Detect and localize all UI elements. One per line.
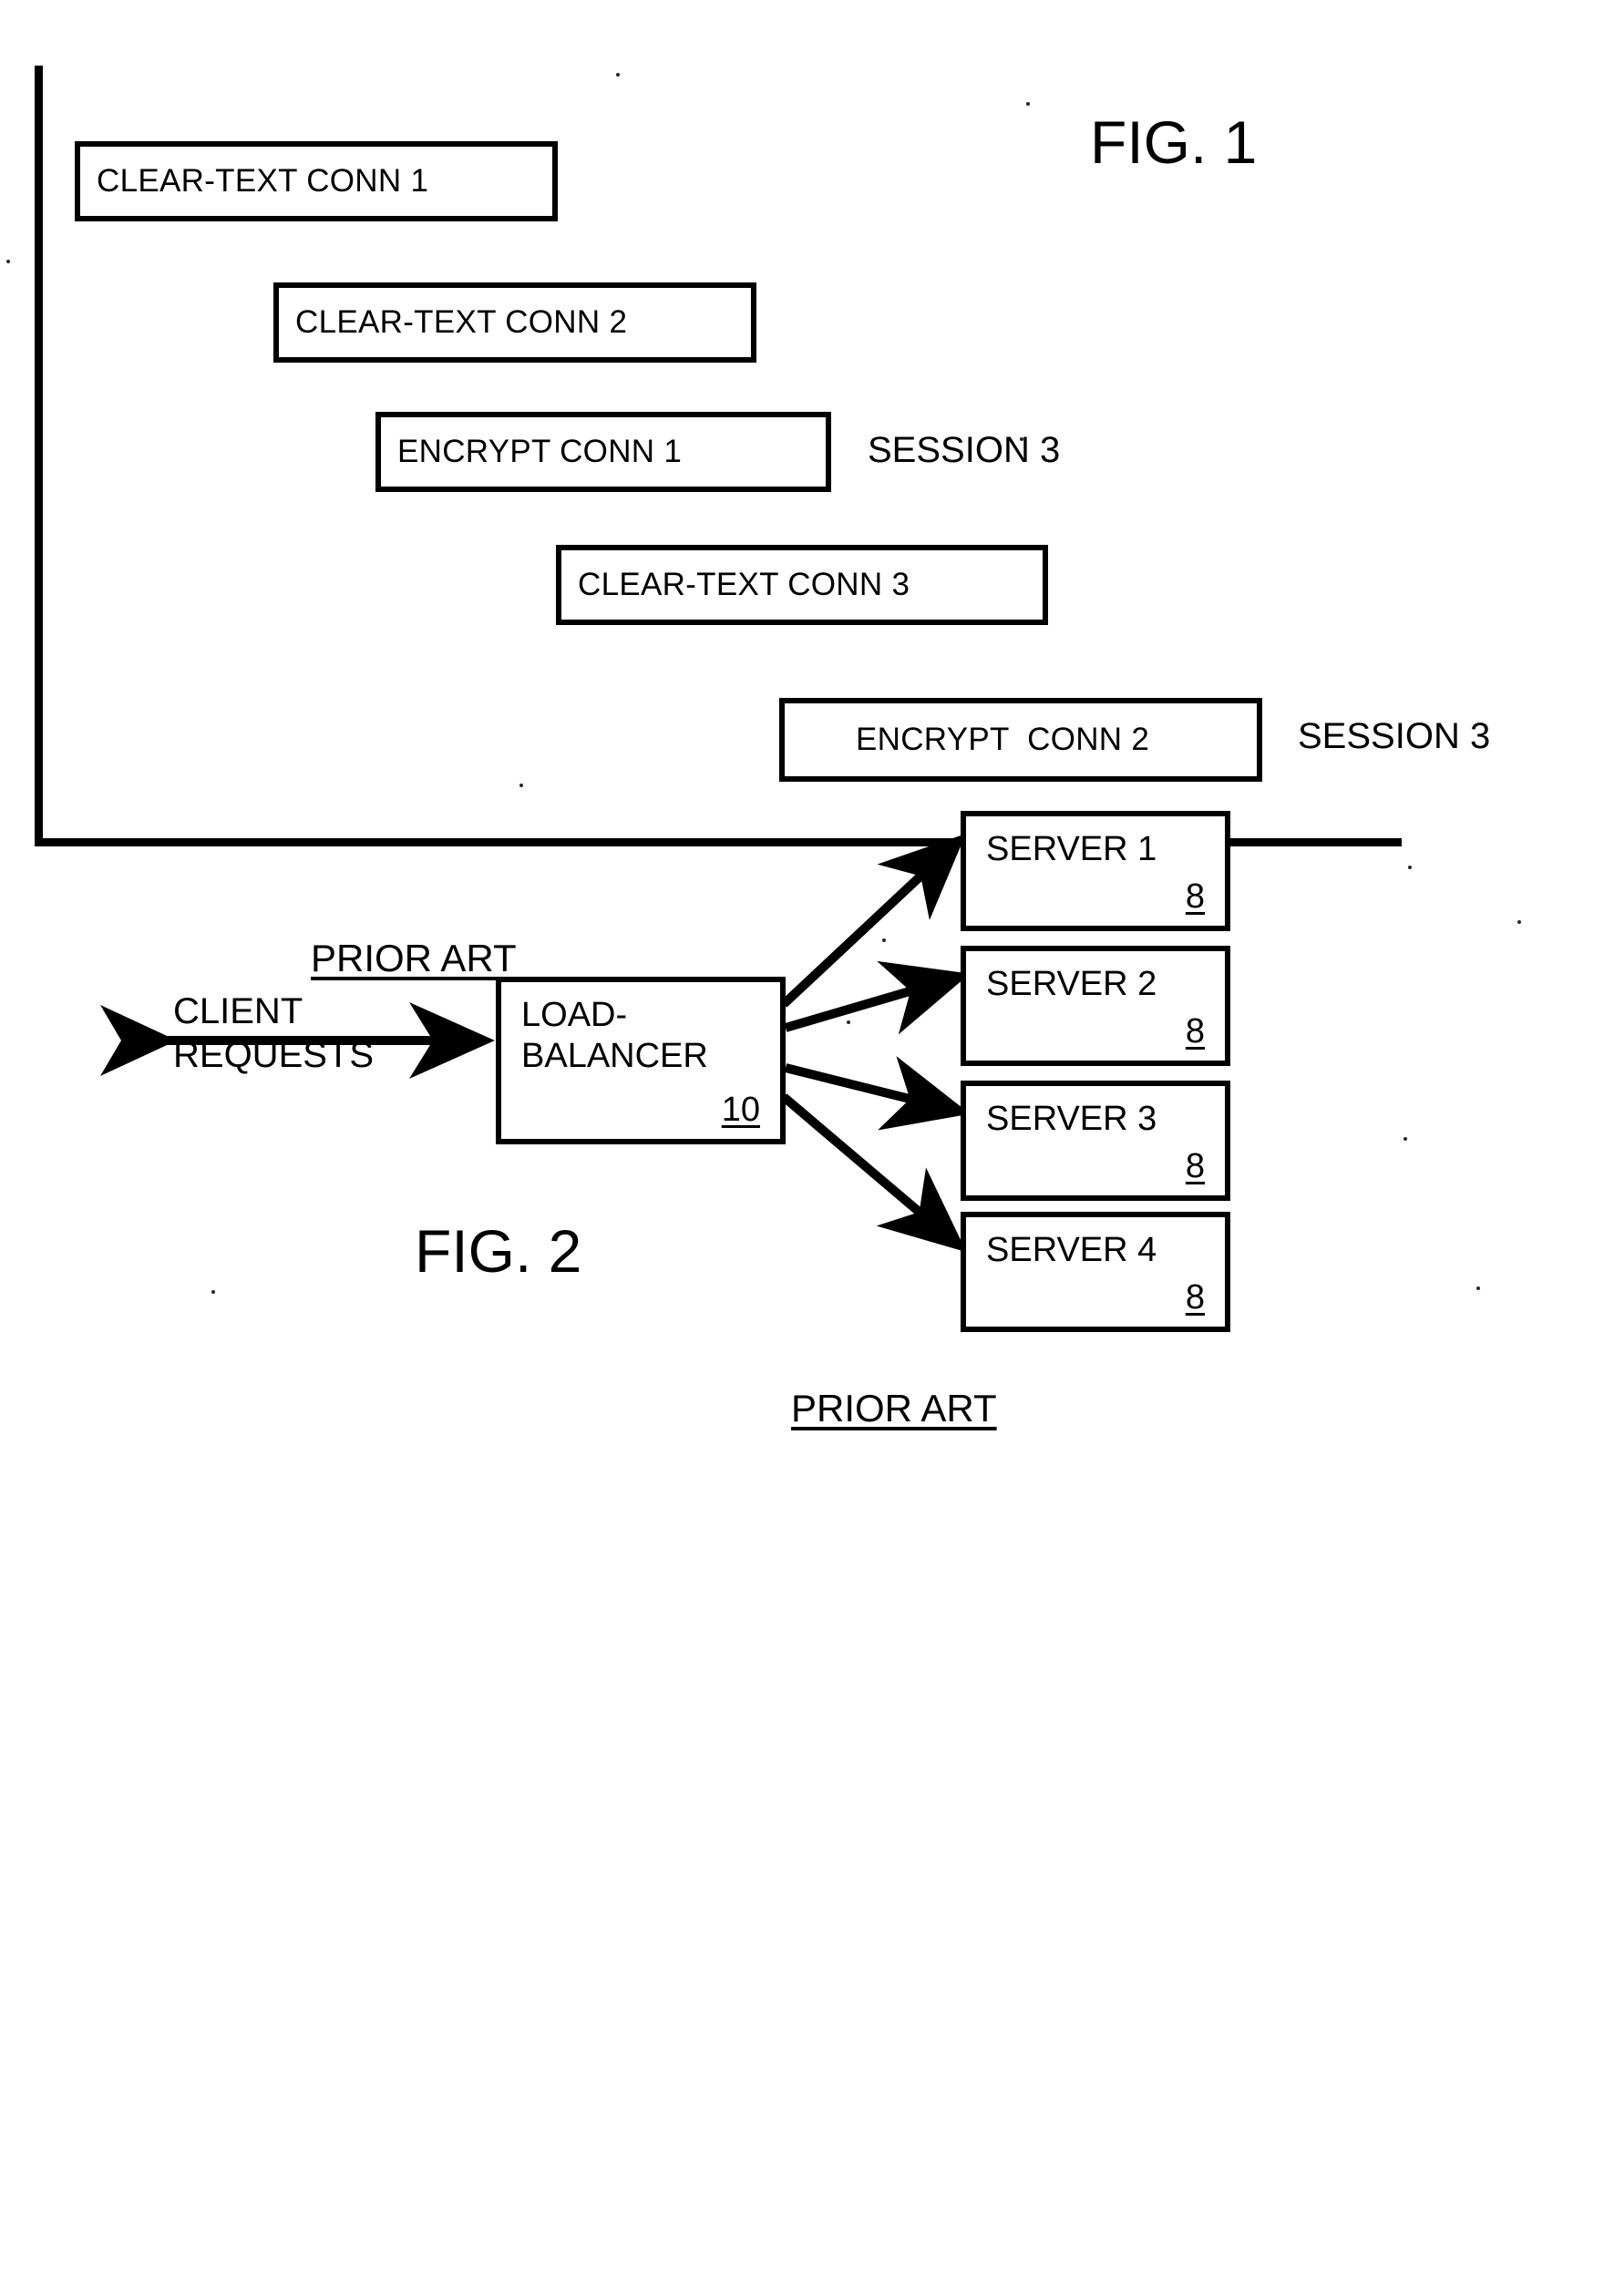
server-ref-numeral: 8 xyxy=(1185,1012,1205,1051)
connection-label: ENCRYPT CONN 1 xyxy=(397,434,683,469)
server-label: SERVER 3 xyxy=(986,1100,1157,1138)
load-balancer-label: LOAD- BALANCER xyxy=(521,996,708,1075)
connection-box-clear-text-conn-2: CLEAR-TEXT CONN 2 xyxy=(273,282,756,363)
server-ref-numeral: 8 xyxy=(1185,1278,1205,1317)
scan-speck xyxy=(211,1290,215,1294)
connection-label: CLEAR-TEXT CONN 1 xyxy=(97,163,429,199)
scan-speck xyxy=(1404,1137,1407,1141)
scan-speck xyxy=(519,784,523,787)
scan-speck xyxy=(882,938,886,942)
figure-2-arrow-layer xyxy=(166,834,971,1253)
scan-speck xyxy=(847,1020,850,1024)
scan-speck xyxy=(1408,866,1412,869)
server-box-2: SERVER 2 8 xyxy=(961,946,1230,1066)
connection-label: CLEAR-TEXT CONN 2 xyxy=(295,304,628,340)
connection-label: CLEAR-TEXT CONN 3 xyxy=(578,567,910,602)
scan-speck xyxy=(1476,1286,1480,1290)
connection-box-encrypt-conn-1: ENCRYPT CONN 1 xyxy=(375,412,831,492)
connection-label: ENCRYPT CONN 2 xyxy=(856,722,1150,757)
server-label: SERVER 1 xyxy=(986,830,1157,868)
connection-box-encrypt-conn-2: ENCRYPT CONN 2 xyxy=(779,698,1262,782)
server-box-4: SERVER 4 8 xyxy=(961,1212,1230,1332)
scan-speck xyxy=(1026,102,1030,106)
client-requests-label: CLIENT REQUESTS xyxy=(173,989,374,1077)
load-balancer-ref-numeral: 10 xyxy=(721,1091,760,1129)
scan-speck xyxy=(616,73,620,77)
figure-2: CLIENT REQUESTS LOAD- BALANCER 10 SERVER… xyxy=(0,784,1604,2296)
arrow-to-server-4 xyxy=(780,1093,967,1253)
figure-1-title: FIG. 1 xyxy=(1090,108,1258,176)
session-label-encrypt-conn-2: SESSION 3 xyxy=(1298,716,1491,756)
server-box-3: SERVER 3 8 xyxy=(961,1081,1230,1201)
server-ref-numeral: 8 xyxy=(1185,877,1205,916)
server-ref-numeral: 8 xyxy=(1185,1147,1205,1185)
patent-drawing-page: FIG. 1 CLEAR-TEXT CONN 1 CLEAR-TEXT CONN… xyxy=(0,0,1604,2296)
scan-speck xyxy=(111,1066,115,1070)
scan-speck xyxy=(1517,920,1521,924)
server-label: SERVER 2 xyxy=(986,965,1157,1003)
figure-1-vertical-axis xyxy=(35,66,43,845)
client-requests-text: CLIENT REQUESTS xyxy=(173,991,375,1075)
scan-speck xyxy=(607,843,611,846)
figure-2-prior-art-caption: PRIOR ART xyxy=(791,1387,997,1430)
figure-1: FIG. 1 CLEAR-TEXT CONN 1 CLEAR-TEXT CONN… xyxy=(0,0,1604,1075)
connection-box-clear-text-conn-1: CLEAR-TEXT CONN 1 xyxy=(75,141,558,221)
connection-box-clear-text-conn-3: CLEAR-TEXT CONN 3 xyxy=(556,545,1048,625)
figure-1-prior-art-caption: PRIOR ART xyxy=(311,937,517,979)
server-box-1: SERVER 1 8 xyxy=(961,811,1230,931)
scan-speck xyxy=(6,260,10,263)
figure-2-title: FIG. 2 xyxy=(415,1217,582,1285)
scan-speck xyxy=(1020,437,1023,441)
session-label-encrypt-conn-1: SESSION 3 xyxy=(868,430,1061,470)
figure-2-connectors xyxy=(0,1075,1604,2296)
load-balancer-box: LOAD- BALANCER 10 xyxy=(496,977,786,1144)
server-label: SERVER 4 xyxy=(986,1231,1157,1269)
